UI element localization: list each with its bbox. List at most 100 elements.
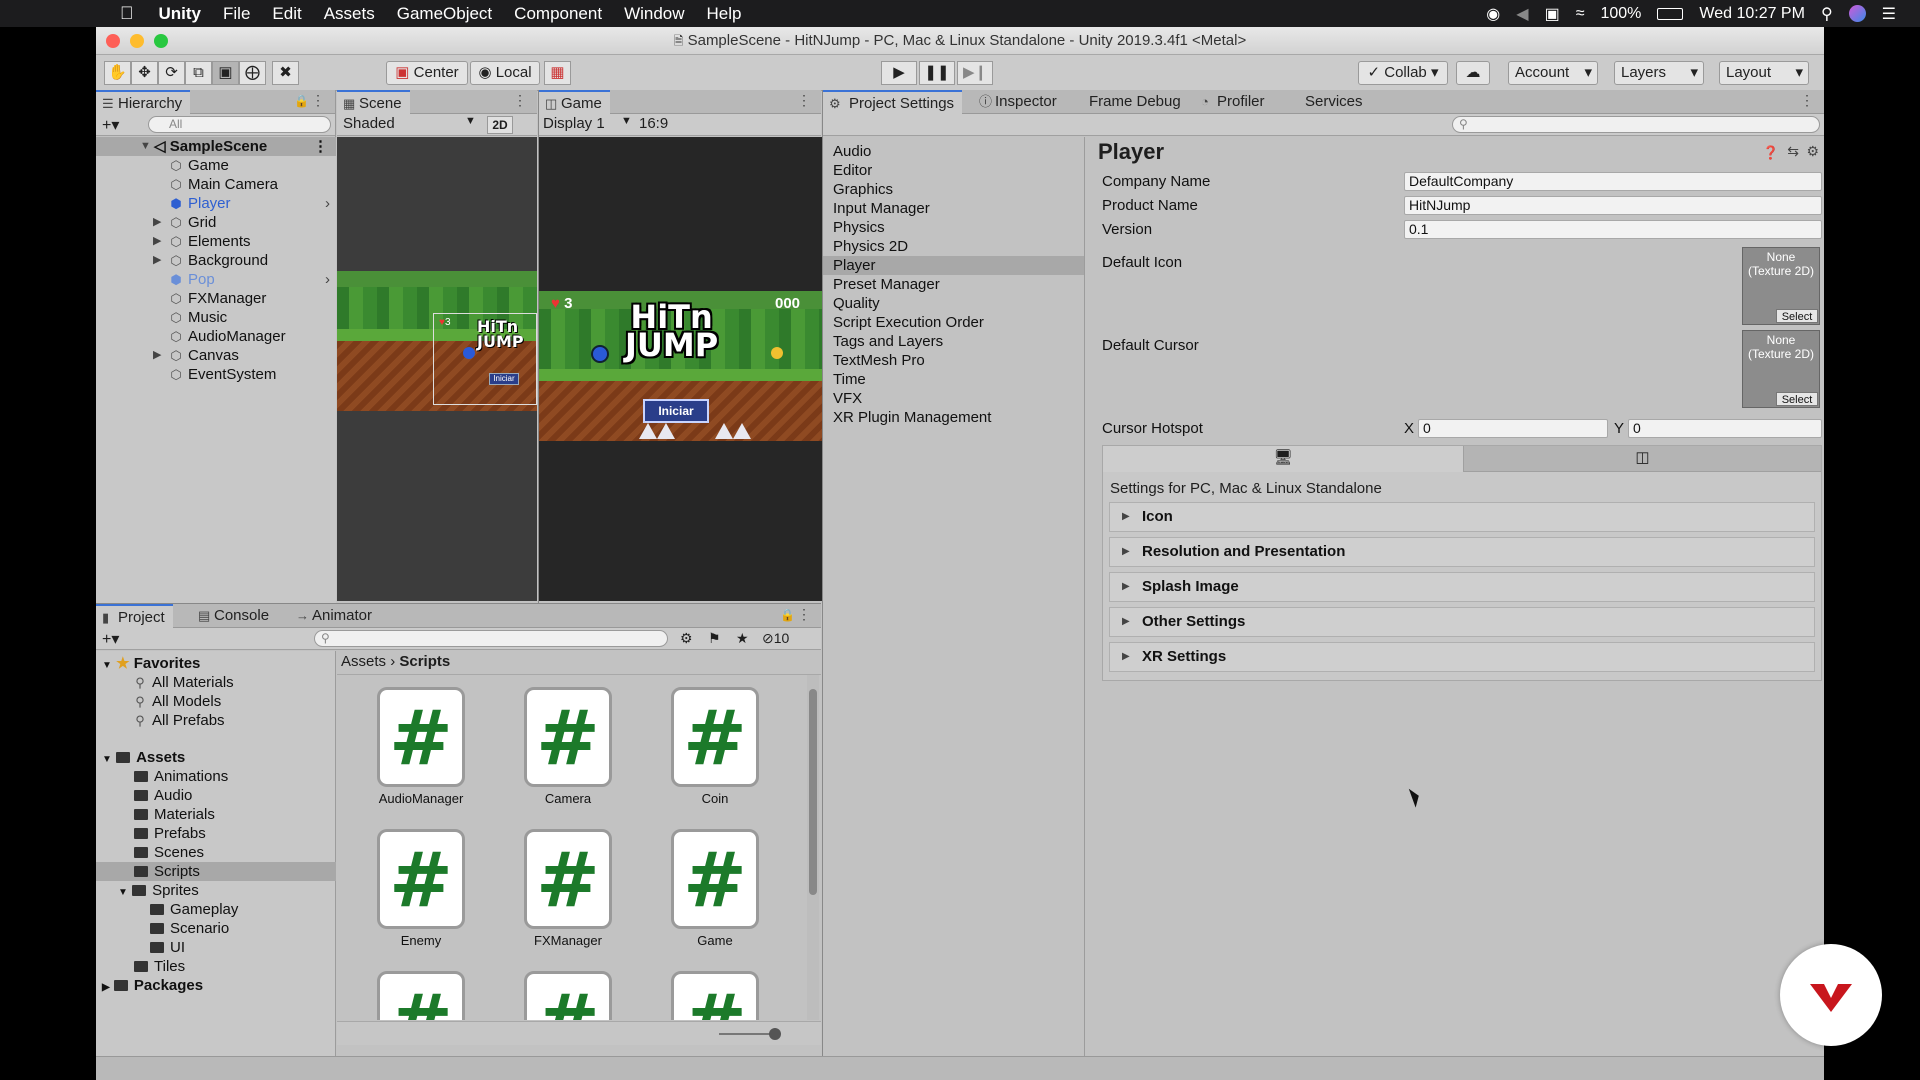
lock-icon[interactable]: 🔒 bbox=[294, 94, 309, 108]
folder-item[interactable]: Animations bbox=[134, 767, 228, 786]
script-asset[interactable]: # Coin bbox=[655, 687, 775, 806]
preset-icon[interactable]: ⇆ bbox=[1787, 143, 1799, 160]
collab-dropdown[interactable]: ✓ Collab ▾ bbox=[1358, 61, 1448, 85]
category-item[interactable]: Input Manager bbox=[833, 199, 930, 218]
category-item[interactable]: Graphics bbox=[833, 180, 893, 199]
menu-unity[interactable]: Unity bbox=[148, 4, 213, 24]
rotate-tool-icon[interactable]: ⟳ bbox=[158, 61, 185, 85]
rect-tool-icon[interactable]: ▣ bbox=[212, 61, 239, 85]
siri-icon[interactable] bbox=[1848, 5, 1866, 22]
tab-project[interactable]: ▮ Project bbox=[96, 604, 173, 628]
hierarchy-item[interactable]: ⬡ AudioManager bbox=[168, 327, 285, 346]
version-input[interactable]: 0.1 bbox=[1404, 220, 1822, 239]
tab-services[interactable]: Services bbox=[1297, 90, 1371, 114]
menu-file[interactable]: File bbox=[212, 4, 261, 24]
script-asset-partial[interactable]: # bbox=[508, 971, 628, 1020]
account-dropdown[interactable]: Account ▾ bbox=[1508, 61, 1598, 85]
tab-project-settings[interactable]: ⚙ Project Settings bbox=[823, 90, 963, 114]
grid-snap-icon[interactable]: ▦ bbox=[544, 61, 571, 85]
help-icon[interactable]: ❓ bbox=[1763, 145, 1779, 161]
platform-tab-webgl[interactable]: ◫ bbox=[1463, 446, 1821, 472]
category-item[interactable]: Script Execution Order bbox=[833, 313, 984, 332]
menu-edit[interactable]: Edit bbox=[261, 4, 312, 24]
chevron-right-icon[interactable]: › bbox=[325, 270, 330, 289]
section-other-settings[interactable]: ▶ Other Settings bbox=[1109, 607, 1815, 637]
project-search-input[interactable]: ⚲ bbox=[314, 630, 668, 647]
assets-header[interactable]: ▼ Assets bbox=[102, 748, 185, 767]
shading-mode-dropdown[interactable]: Shaded bbox=[343, 115, 395, 132]
script-asset[interactable]: # Game bbox=[655, 829, 775, 948]
menu-help[interactable]: Help bbox=[696, 4, 753, 24]
battery-icon[interactable] bbox=[1657, 7, 1684, 20]
folder-item[interactable]: Scenes bbox=[134, 843, 204, 862]
pivot-center-toggle[interactable]: ▣ Center bbox=[386, 61, 468, 85]
menu-assets[interactable]: Assets bbox=[313, 4, 386, 24]
hierarchy-item[interactable]: ⬡ EventSystem bbox=[168, 365, 276, 384]
scrollbar-thumb[interactable] bbox=[809, 689, 817, 895]
folder-item[interactable]: UI bbox=[150, 938, 185, 957]
step-button[interactable]: ▶❙ bbox=[957, 61, 993, 85]
company-name-input[interactable]: DefaultCompany bbox=[1404, 172, 1822, 191]
menu-component[interactable]: Component bbox=[503, 4, 613, 24]
hierarchy-item-prefab[interactable]: ⬢ Pop › bbox=[168, 270, 336, 289]
toggle-2d-button[interactable]: 2D bbox=[487, 116, 513, 134]
wifi-icon[interactable]: ≈ bbox=[1576, 5, 1585, 23]
close-window-button[interactable] bbox=[106, 34, 120, 48]
sprites-folder[interactable]: ▼ Sprites bbox=[118, 881, 199, 900]
platform-tab-standalone[interactable]: 🖥 bbox=[1103, 446, 1463, 472]
collapsed-arrow-icon[interactable]: ▶ bbox=[153, 213, 161, 232]
favorite-item[interactable]: ⚲ All Materials bbox=[132, 673, 233, 692]
hierarchy-item[interactable]: ▶ ⬡ Canvas bbox=[153, 346, 239, 365]
breadcrumb-assets[interactable]: Assets bbox=[341, 653, 386, 670]
section-xr-settings[interactable]: ▶ XR Settings bbox=[1109, 642, 1815, 672]
menu-window[interactable]: Window bbox=[613, 4, 695, 24]
favorites-header[interactable]: ▼ ★ Favorites bbox=[102, 654, 200, 673]
category-item[interactable]: Audio bbox=[833, 142, 871, 161]
section-icon[interactable]: ▶ Icon bbox=[1109, 502, 1815, 532]
kebab-menu-icon[interactable]: ⋮ bbox=[797, 606, 811, 623]
kebab-menu-icon[interactable]: ⋮ bbox=[313, 137, 328, 156]
layers-dropdown[interactable]: Layers ▾ bbox=[1614, 61, 1704, 85]
category-item-selected[interactable]: Player bbox=[833, 256, 876, 275]
aspect-dropdown[interactable]: 16:9 bbox=[639, 115, 668, 132]
tab-console[interactable]: ▤ Console bbox=[192, 604, 277, 628]
add-icon[interactable]: +▾ bbox=[102, 629, 119, 649]
settings-search-input[interactable]: ⚲ bbox=[1452, 116, 1820, 133]
search-by-label-icon[interactable]: ⚑ bbox=[708, 630, 721, 647]
category-item[interactable]: VFX bbox=[833, 389, 862, 408]
pivot-local-toggle[interactable]: ◉ Local bbox=[470, 61, 540, 85]
record-icon[interactable]: ◉ bbox=[1486, 4, 1500, 24]
hotspot-x-input[interactable]: 0 bbox=[1418, 419, 1608, 438]
game-viewport[interactable]: ♥ 3 000 HiTn JUMP Iniciar bbox=[539, 137, 822, 601]
tab-inspector[interactable]: ⓘ Inspector bbox=[973, 90, 1065, 114]
display-icon[interactable]: ▣ bbox=[1545, 4, 1560, 24]
zoom-window-button[interactable] bbox=[154, 34, 168, 48]
scene-viewport[interactable]: ♥3 HiTn JUMP Iniciar bbox=[337, 137, 537, 601]
folder-item[interactable]: Prefabs bbox=[134, 824, 206, 843]
hierarchy-item[interactable]: ▶ ⬡ Background bbox=[153, 251, 268, 270]
script-asset-partial[interactable]: # bbox=[655, 971, 775, 1020]
layout-dropdown[interactable]: Layout ▾ bbox=[1719, 61, 1809, 85]
tab-game[interactable]: ◫ Game bbox=[539, 90, 610, 114]
chevron-right-icon[interactable]: › bbox=[325, 194, 330, 213]
kebab-menu-icon[interactable]: ⋮ bbox=[1800, 92, 1814, 109]
transform-tool-icon[interactable]: ⨁ bbox=[239, 61, 266, 85]
minimize-window-button[interactable] bbox=[130, 34, 144, 48]
tab-profiler[interactable]: ◔ Profiler bbox=[1195, 90, 1273, 114]
scale-tool-icon[interactable]: ⧉ bbox=[185, 61, 212, 85]
hierarchy-item[interactable]: ⬡ FXManager bbox=[168, 289, 266, 308]
tab-frame-debug[interactable]: Frame Debug bbox=[1081, 90, 1189, 114]
kebab-menu-icon[interactable]: ⋮ bbox=[797, 92, 811, 109]
favorite-star-icon[interactable]: ★ bbox=[736, 630, 749, 647]
airplay-icon[interactable]: ◀ bbox=[1516, 4, 1528, 24]
folder-item-selected[interactable]: Scripts bbox=[134, 862, 200, 881]
product-name-input[interactable]: HitNJump bbox=[1404, 196, 1822, 215]
category-item[interactable]: Preset Manager bbox=[833, 275, 940, 294]
folder-item[interactable]: Audio bbox=[134, 786, 192, 805]
hierarchy-item[interactable]: ▶ ⬡ Elements bbox=[153, 232, 251, 251]
lock-icon[interactable]: 🔒 bbox=[780, 608, 795, 622]
tab-hierarchy[interactable]: ☰ Hierarchy bbox=[96, 90, 191, 114]
category-item[interactable]: Physics 2D bbox=[833, 237, 908, 256]
tab-animator[interactable]: → Animator bbox=[290, 604, 380, 628]
collapsed-arrow-icon[interactable]: ▶ bbox=[153, 232, 161, 251]
